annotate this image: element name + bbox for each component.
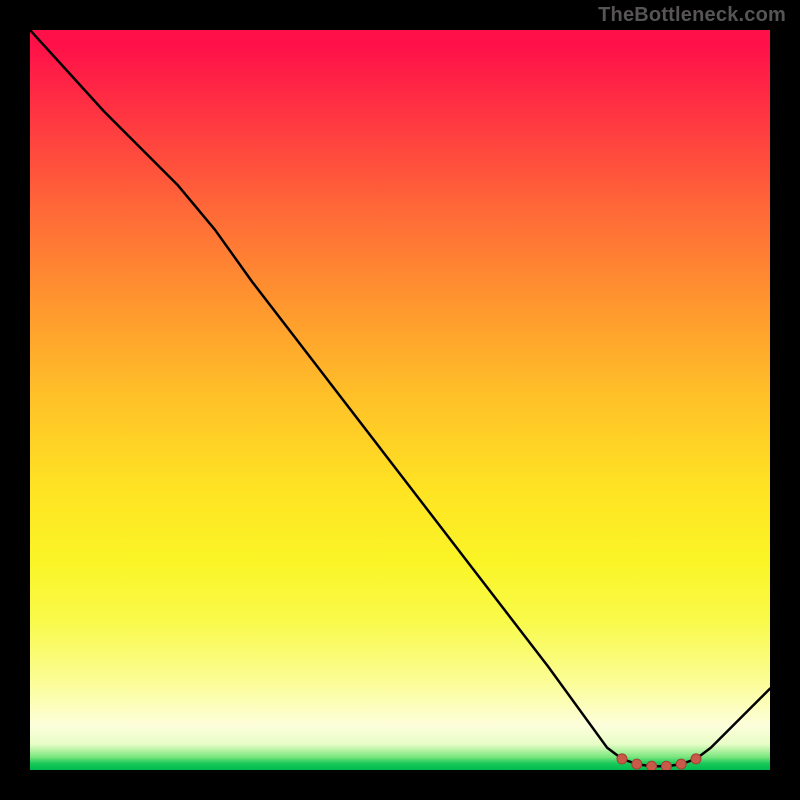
chart-marker <box>617 754 627 764</box>
chart-marker <box>676 759 686 769</box>
chart-marker <box>647 761 657 770</box>
chart-area <box>30 30 770 770</box>
attribution-text: TheBottleneck.com <box>598 4 786 27</box>
chart-marker <box>691 754 701 764</box>
chart-line-layer <box>30 30 770 770</box>
chart-marker <box>632 759 642 769</box>
chart-curve <box>30 30 770 766</box>
chart-marker <box>661 761 671 770</box>
